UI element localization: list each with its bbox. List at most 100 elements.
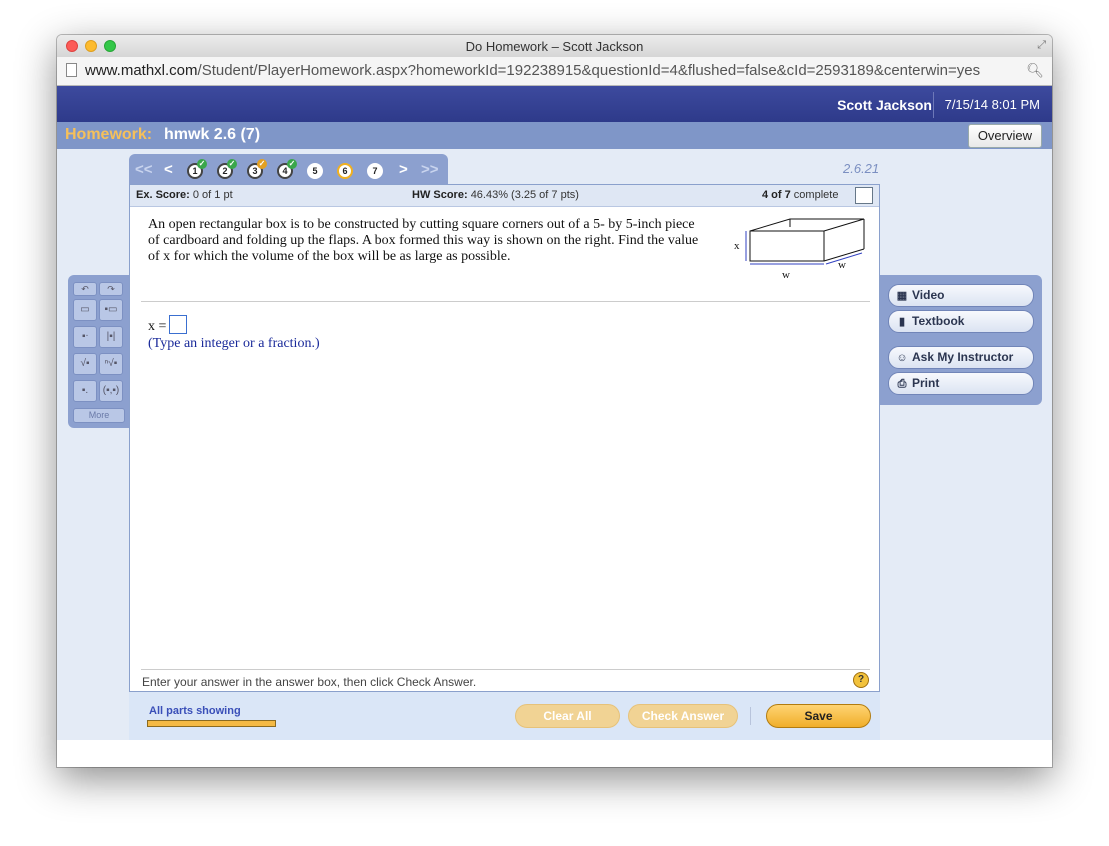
book-icon: ▮	[898, 316, 906, 328]
correct-check-icon: ✓	[197, 159, 207, 169]
divider	[141, 301, 870, 302]
mixed-number-icon[interactable]: ▪▭	[99, 299, 123, 321]
question-2-button[interactable]: 2 ✓	[217, 159, 237, 179]
print-label: Print	[912, 376, 940, 390]
nth-root-icon[interactable]: ⁿ√▪	[99, 353, 123, 375]
overview-button[interactable]: Overview	[967, 124, 1042, 148]
last-question-icon[interactable]: >>	[421, 161, 439, 178]
answer-input[interactable]	[169, 315, 188, 334]
question-number: 1	[192, 166, 198, 176]
homework-label: Homework:	[65, 126, 153, 143]
video-label: Video	[912, 288, 945, 302]
parts-progress-bar	[147, 720, 276, 727]
question-1-button[interactable]: 1 ✓	[187, 159, 207, 179]
ask-instructor-button[interactable]: ☺ Ask My Instructor	[888, 346, 1034, 369]
popout-icon[interactable]	[855, 187, 873, 204]
exercise-score-value: 0 of 1 pt	[192, 189, 233, 201]
box-figure: x w w	[734, 218, 865, 281]
more-tools-button[interactable]: More	[73, 408, 125, 423]
url-host: www.mathxl.com	[85, 62, 198, 79]
figure-label-w: w	[782, 269, 790, 281]
search-icon[interactable]: 🔍︎	[1026, 62, 1044, 79]
completion-text: complete	[793, 189, 839, 201]
question-number: 3	[252, 166, 258, 176]
button-separator	[750, 707, 751, 725]
answer-prefix: x =	[148, 319, 167, 334]
save-button[interactable]: Save	[766, 704, 871, 728]
first-question-icon[interactable]: <<	[135, 161, 153, 178]
question-5-button[interactable]: 5	[307, 163, 323, 179]
correct-check-icon: ✓	[287, 159, 297, 169]
question-number: 5	[312, 166, 318, 176]
next-question-icon[interactable]: >	[399, 161, 408, 178]
score-bar: Ex. Score: 0 of 1 pt HW Score: 46.43% (3…	[130, 185, 879, 207]
top-header: Scott Jackson 7/15/14 8:01 PM	[57, 86, 1052, 122]
question-number: 6	[342, 166, 348, 176]
ask-instructor-label: Ask My Instructor	[912, 350, 1014, 364]
question-4-button[interactable]: 4 ✓	[277, 159, 297, 179]
completion-count: 4 of 7	[762, 189, 791, 201]
question-6-button[interactable]: 6	[337, 163, 353, 179]
page-icon	[66, 63, 77, 77]
question-text: An open rectangular box is to be constru…	[148, 217, 699, 264]
homework-bar: Homework: hmwk 2.6 (7) Overview	[57, 122, 1052, 149]
answer-hint: (Type an integer or a fraction.)	[148, 336, 320, 351]
question-number: 4	[282, 166, 288, 176]
homework-name: hmwk 2.6 (7)	[164, 126, 261, 143]
question-id: 2.6.21	[843, 161, 880, 176]
instructions: Enter your answer in the answer box, the…	[142, 675, 477, 689]
question-number: 7	[372, 166, 378, 176]
answer-line: x =	[148, 315, 188, 335]
exercise-score: Ex. Score: 0 of 1 pt	[136, 189, 233, 201]
question-number: 2	[222, 166, 228, 176]
video-button[interactable]: ▦ Video	[888, 284, 1034, 307]
homework-score: HW Score: 46.43% (3.25 of 7 pts)	[412, 189, 579, 201]
divider	[141, 669, 870, 670]
question-3-button[interactable]: 3 ✓	[247, 159, 267, 179]
date-time: 7/15/14 8:01 PM	[944, 97, 1040, 112]
window-title: Do Homework – Scott Jackson	[465, 39, 644, 54]
textbook-label: Textbook	[912, 314, 965, 328]
user-name: Scott Jackson	[837, 97, 932, 113]
square-root-icon[interactable]: √▪	[73, 353, 97, 375]
help-icon[interactable]: ?	[853, 672, 869, 688]
address-bar[interactable]: www.mathxl.com/Student/PlayerHomework.as…	[57, 57, 1052, 86]
redo-icon[interactable]: ↷	[99, 282, 123, 296]
fraction-icon[interactable]: ▭	[73, 299, 97, 321]
print-button[interactable]: ⎙ Print	[888, 372, 1034, 395]
question-panel: Ex. Score: 0 of 1 pt HW Score: 46.43% (3…	[129, 184, 880, 692]
title-bar: Do Homework – Scott Jackson ⤢	[57, 35, 1052, 57]
person-icon: ☺	[896, 352, 908, 364]
textbook-button[interactable]: ▮ Textbook	[888, 310, 1034, 333]
figure-label-x: x	[734, 240, 740, 252]
parts-status: All parts showing	[149, 705, 241, 717]
browser-window: Do Homework – Scott Jackson ⤢ www.mathxl…	[57, 35, 1052, 767]
header-divider	[933, 92, 934, 118]
help-sidebar: ▦ Video ▮ Textbook ☺ Ask My Instructor ⎙ Pri…	[880, 275, 1042, 405]
exponent-icon[interactable]: ▪ᐧ	[73, 326, 97, 348]
question-nav: << < 1 ✓ 2 ✓ 3 ✓ 4 ✓ 5 6 7 > >>	[129, 154, 448, 186]
previous-question-icon[interactable]: <	[164, 161, 173, 178]
math-palette: ↶ ↷ ▭ ▪▭ ▪ᐧ |▪| √▪ ⁿ√▪ ▪. (▪,▪) More	[68, 275, 129, 428]
check-answer-button[interactable]: Check Answer	[628, 704, 738, 728]
page-content: Scott Jackson 7/15/14 8:01 PM Homework: …	[57, 86, 1052, 767]
question-7-button[interactable]: 7	[367, 163, 383, 179]
url-text[interactable]: www.mathxl.com/Student/PlayerHomework.as…	[85, 62, 980, 79]
correct-check-icon: ✓	[227, 159, 237, 169]
figure-label-w: w	[838, 259, 846, 271]
exercise-score-label: Ex. Score:	[136, 189, 190, 201]
homework-score-label: HW Score:	[412, 189, 468, 201]
ordered-pair-icon[interactable]: (▪,▪)	[99, 380, 123, 402]
page-bottom	[57, 740, 1052, 767]
printer-icon: ⎙	[897, 378, 907, 390]
undo-icon[interactable]: ↶	[73, 282, 97, 296]
subscript-icon[interactable]: ▪.	[73, 380, 97, 402]
completion-status: 4 of 7 complete	[762, 189, 838, 201]
partial-credit-icon: ✓	[257, 159, 267, 169]
fullscreen-icon[interactable]: ⤢	[1037, 39, 1046, 52]
clear-all-button[interactable]: Clear All	[515, 704, 620, 728]
homework-score-value: 46.43% (3.25 of 7 pts)	[470, 189, 579, 201]
absolute-value-icon[interactable]: |▪|	[99, 326, 123, 348]
film-icon: ▦	[896, 290, 908, 302]
url-path: /Student/PlayerHomework.aspx?homeworkId=…	[197, 62, 981, 79]
